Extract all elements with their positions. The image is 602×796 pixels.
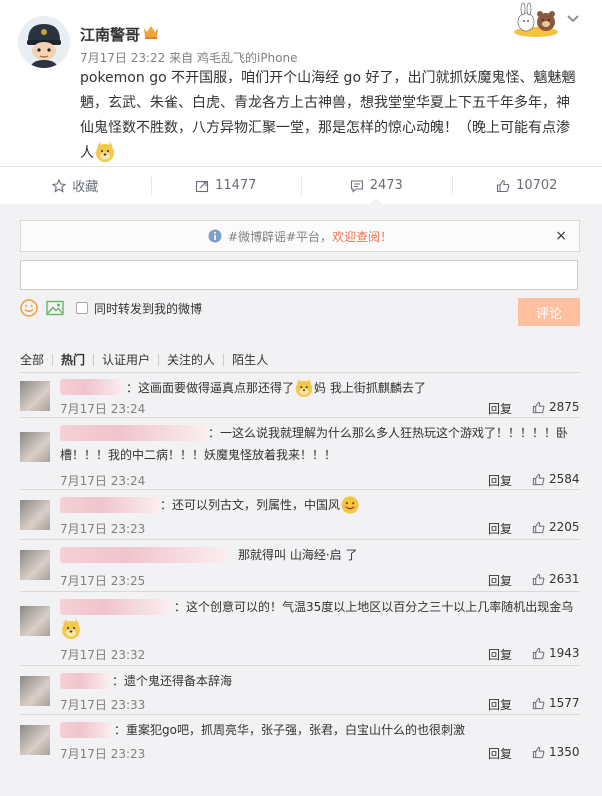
comment-text: 那就得叫 山海经·启 了 — [238, 548, 358, 562]
star-icon — [52, 178, 67, 193]
like-icon — [532, 697, 545, 709]
comment-text: ：遗个鬼还得备本辞海 — [112, 674, 233, 688]
tab-strangers[interactable]: 陌生人 — [223, 354, 276, 366]
reply-button[interactable]: 回复 — [488, 520, 512, 537]
like-button[interactable]: 10702 — [451, 167, 602, 204]
comment-list: ：这画面要做得逼真点那还得了妈 我上街抓麒麟去了 7月17日 23:24 回复 … — [20, 372, 580, 769]
comment-like-button[interactable]: 1943 — [532, 646, 580, 660]
comment-like-button[interactable]: 1577 — [532, 696, 580, 710]
comment-icon — [350, 179, 363, 193]
favorite-button[interactable]: 收藏 — [0, 167, 151, 204]
like-icon — [532, 647, 545, 659]
comment-like-button[interactable]: 1350 — [532, 745, 580, 759]
post-text: pokemon go 不开国服，咱们开个山海经 go 好了，出门就抓妖魔鬼怪、魑… — [80, 70, 576, 161]
commenter-avatar[interactable] — [20, 606, 50, 636]
like-icon — [532, 521, 545, 533]
comment-count: 2473 — [369, 178, 403, 193]
commenter-avatar[interactable] — [20, 676, 50, 706]
smile-emoji-icon — [341, 496, 359, 514]
author-avatar[interactable] — [18, 16, 70, 68]
chevron-down-icon[interactable] — [566, 14, 580, 24]
repost-checkbox-label[interactable]: 同时转发到我的微博 — [94, 300, 202, 317]
rumor-notice-bar: #微博辟谣#平台，欢迎查阅！ × — [20, 220, 580, 252]
tab-following[interactable]: 关注的人 — [158, 354, 223, 366]
info-icon — [208, 229, 222, 243]
post-meta: 7月17日 23:22 来自 鸡毛乱飞的iPhone — [80, 49, 298, 66]
comment-time[interactable]: 7月17日 23:33 — [60, 696, 145, 713]
comment-like-button[interactable]: 2631 — [532, 572, 580, 586]
close-icon[interactable]: × — [555, 228, 567, 244]
tab-verified[interactable]: 认证用户 — [93, 354, 158, 366]
doge-emoji-icon — [62, 619, 80, 639]
bunny-bear-decoration-icon — [514, 2, 558, 37]
comment-time[interactable]: 7月17日 23:24 — [60, 472, 145, 489]
comment-text: ：这画面要做得逼真点那还得了妈 我上街抓麒麟去了 — [60, 377, 580, 399]
reply-button[interactable]: 回复 — [488, 745, 512, 762]
notice-topic[interactable]: #微博辟谣#平台 — [228, 228, 320, 245]
tab-hot[interactable]: 热门 — [52, 354, 93, 366]
post-source[interactable]: 鸡毛乱飞的iPhone — [197, 51, 298, 65]
comment-text: ：一这么说我就理解为什么那么多人狂热玩这个游戏了！！！！！卧槽！！！我的中二病！… — [60, 426, 569, 462]
comment-text: ：这个创意可以的！气温35度以上地区以百分之三十以上几率随机出现金乌 — [60, 596, 580, 641]
repost-button[interactable]: 11477 — [150, 167, 302, 204]
reply-button[interactable]: 回复 — [488, 472, 512, 489]
repost-count: 11477 — [215, 178, 257, 193]
weibo-post: 江南警哥 7月17日 23:22 来自 鸡毛乱飞的iPhone pokemon … — [0, 0, 602, 166]
favorite-label: 收藏 — [72, 180, 99, 195]
doge-emoji-icon — [96, 142, 114, 162]
like-icon — [532, 473, 545, 485]
emoji-icon[interactable] — [20, 299, 38, 317]
comment-item: ：这画面要做得逼真点那还得了妈 我上街抓麒麟去了 7月17日 23:24 回复 … — [20, 373, 580, 418]
commenter-avatar[interactable] — [20, 725, 50, 755]
commenter-avatar[interactable] — [20, 381, 50, 411]
repost-icon — [196, 180, 209, 192]
tab-all[interactable]: 全部 — [20, 354, 52, 366]
comment-time[interactable]: 7月17日 23:32 — [60, 646, 145, 663]
comment-item: ：重案犯go吧，抓周亮华，张子强，张君，白宝山什么的也很刺激 7月17日 23:… — [20, 715, 580, 769]
reply-button[interactable]: 回复 — [488, 572, 512, 589]
like-icon — [532, 573, 545, 585]
notice-separator: ， — [320, 229, 333, 244]
comment-text: ：还可以列古文，列属性，中国风 — [60, 494, 580, 516]
post-content: pokemon go 不开国服，咱们开个山海经 go 好了，出门就抓妖魔鬼怪、魑… — [80, 66, 580, 166]
repost-checkbox[interactable] — [76, 302, 88, 314]
like-count: 10702 — [516, 178, 558, 193]
source-prefix: 来自 — [169, 51, 194, 65]
comment-input[interactable] — [20, 260, 578, 290]
comment-item: 那就得叫 山海经·启 了 7月17日 23:25 回复 2631 — [20, 540, 580, 592]
reply-button[interactable]: 回复 — [488, 696, 512, 713]
comment-item: ：一这么说我就理解为什么那么多人狂热玩这个游戏了！！！！！卧槽！！！我的中二病！… — [20, 418, 580, 490]
comment-like-button[interactable]: 2205 — [532, 520, 580, 534]
notice-link[interactable]: 欢迎查阅！ — [332, 228, 392, 245]
comment-button[interactable]: 2473 — [301, 167, 452, 204]
author-name[interactable]: 江南警哥 — [80, 24, 140, 45]
commenter-avatar[interactable] — [20, 432, 50, 462]
like-icon — [532, 401, 545, 413]
commenter-avatar[interactable] — [20, 550, 50, 580]
reply-button[interactable]: 回复 — [488, 646, 512, 663]
reply-button[interactable]: 回复 — [488, 400, 512, 417]
post-time[interactable]: 7月17日 23:22 — [80, 51, 165, 65]
comment-item: ：还可以列古文，列属性，中国风 7月17日 23:23 回复 2205 — [20, 490, 580, 540]
doge-emoji-icon — [295, 378, 313, 398]
comment-like-button[interactable]: 2875 — [532, 400, 580, 414]
comment-time[interactable]: 7月17日 23:24 — [60, 400, 145, 417]
image-icon[interactable] — [46, 300, 64, 316]
comment-like-button[interactable]: 2584 — [532, 472, 580, 486]
submit-comment-button[interactable]: 评论 — [518, 298, 580, 326]
like-icon — [532, 746, 545, 758]
composer-tools: 同时转发到我的微博 — [20, 298, 202, 318]
comment-item: ：遗个鬼还得备本辞海 7月17日 23:33 回复 1577 — [20, 666, 580, 715]
post-action-bar: 收藏 11477 2473 10702 — [0, 166, 602, 204]
like-icon — [497, 179, 510, 192]
comment-text: ：重案犯go吧，抓周亮华，张子强，张君，白宝山什么的也很刺激 — [114, 723, 465, 737]
vip-crown-icon[interactable] — [142, 24, 160, 40]
comment-time[interactable]: 7月17日 23:23 — [60, 745, 145, 762]
comment-time[interactable]: 7月17日 23:23 — [60, 520, 145, 537]
comment-panel: #微博辟谣#平台，欢迎查阅！ × 同时转发到我的微博 评论 全部 热门 认证用户… — [0, 204, 602, 796]
comment-time[interactable]: 7月17日 23:25 — [60, 572, 145, 589]
commenter-avatar[interactable] — [20, 500, 50, 530]
comment-filter-tabs: 全部 热门 认证用户 关注的人 陌生人 — [20, 354, 276, 366]
comment-item: ：这个创意可以的！气温35度以上地区以百分之三十以上几率随机出现金乌 7月17日… — [20, 592, 580, 666]
